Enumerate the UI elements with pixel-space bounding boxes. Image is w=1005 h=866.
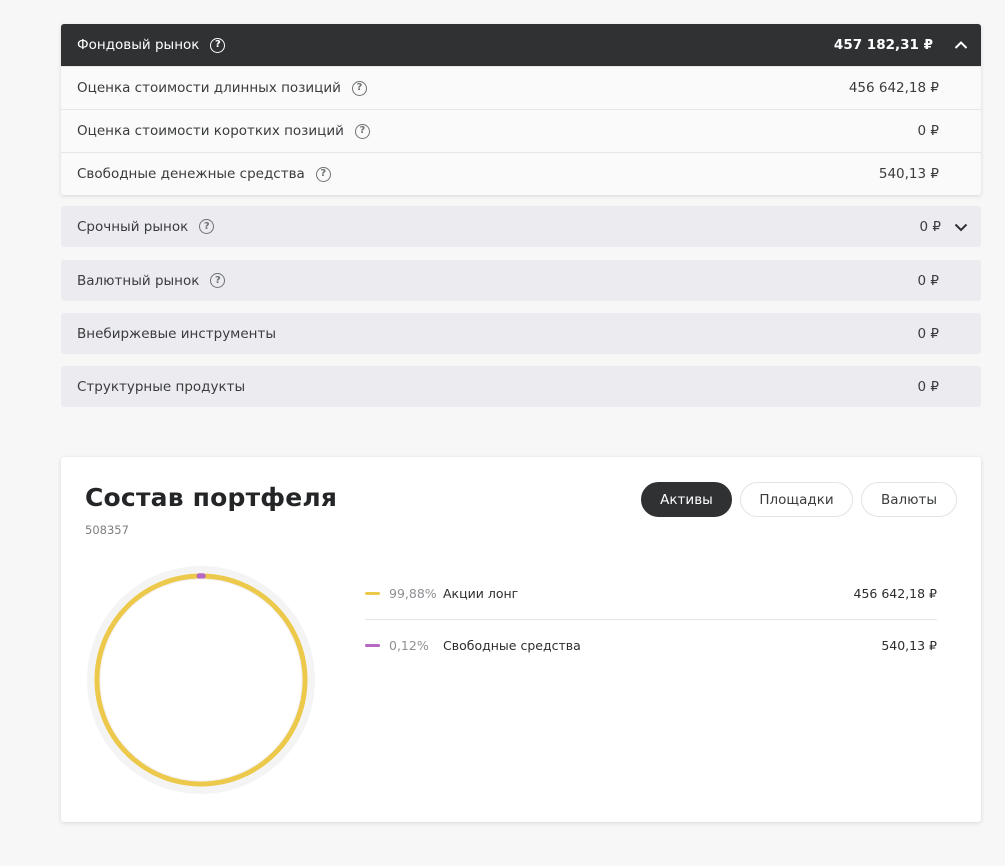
chevron-up-icon[interactable] [947,24,975,66]
portfolio-title: Состав портфеля [85,483,338,512]
tab-venues[interactable]: Площадки [740,482,853,517]
legend-percent: 0,12% [389,638,429,653]
legend-row[interactable]: 99,88% Акции лонг 456 642,18 ₽ [365,567,937,619]
portfolio-tabs: Активы Площадки Валюты [641,482,957,517]
derivatives-market-row[interactable]: Срочный рынок ? 0 ₽ [61,206,981,247]
free-cash-amount: 540,13 ₽ [878,166,939,182]
stock-market-label: Фондовый рынок [77,37,200,53]
legend-name: Акции лонг [443,585,519,601]
free-cash-label: Свободные денежные средства [77,166,305,182]
currency-market-amount: 0 ₽ [917,272,939,289]
currency-market-row[interactable]: Валютный рынок ? 0 ₽ [61,260,981,301]
legend-row[interactable]: 0,12% Свободные средства 540,13 ₽ [365,619,937,671]
otc-instruments-label: Внебиржевые инструменты [77,325,277,342]
portfolio-donut-chart [87,566,315,794]
help-icon[interactable]: ? [351,80,367,96]
portfolio-composition-card: Состав портфеля 508357 Активы Площадки В… [61,457,981,822]
help-icon[interactable]: ? [210,273,226,288]
otc-instruments-amount: 0 ₽ [917,325,939,342]
structured-products-amount: 0 ₽ [917,378,939,395]
portfolio-legend: 99,88% Акции лонг 456 642,18 ₽ 0,12% Сво… [365,567,937,671]
stock-market-label-wrap: Фондовый рынок ? [77,37,834,53]
legend-value: 540,13 ₽ [881,638,937,653]
tab-assets[interactable]: Активы [641,482,732,517]
legend-color-dash [365,644,380,647]
structured-products-row[interactable]: Структурные продукты 0 ₽ [61,366,981,407]
short-positions-label: Оценка стоимости коротких позиций [77,123,344,139]
account-number: 508357 [85,523,129,537]
help-icon[interactable]: ? [315,166,331,182]
legend-value: 456 642,18 ₽ [853,585,938,601]
help-icon[interactable]: ? [210,37,226,53]
otc-instruments-row[interactable]: Внебиржевые инструменты 0 ₽ [61,313,981,354]
chevron-down-icon[interactable] [947,206,975,247]
stock-market-amount: 457 182,31 ₽ [833,37,933,53]
long-positions-row: Оценка стоимости длинных позиций ? 456 6… [61,66,981,109]
legend-color-dash [365,591,380,595]
short-positions-row: Оценка стоимости коротких позиций ? 0 ₽ [61,109,981,152]
long-positions-amount: 456 642,18 ₽ [848,80,939,96]
legend-name: Свободные средства [443,638,581,653]
help-icon[interactable]: ? [354,123,370,139]
tab-currencies[interactable]: Валюты [861,482,957,517]
derivatives-market-amount: 0 ₽ [919,218,941,235]
stock-market-header[interactable]: Фондовый рынок ? 457 182,31 ₽ [61,24,981,66]
free-cash-row: Свободные денежные средства ? 540,13 ₽ [61,152,981,195]
structured-products-label: Структурные продукты [77,378,246,395]
help-icon[interactable]: ? [199,219,215,234]
long-positions-label: Оценка стоимости длинных позиций [77,80,341,96]
short-positions-amount: 0 ₽ [917,123,939,139]
legend-percent: 99,88% [389,585,437,601]
currency-market-label: Валютный рынок [77,272,200,289]
derivatives-market-label: Срочный рынок [77,218,189,235]
stock-market-panel: Фондовый рынок ? 457 182,31 ₽ Оценка сто… [61,24,981,195]
